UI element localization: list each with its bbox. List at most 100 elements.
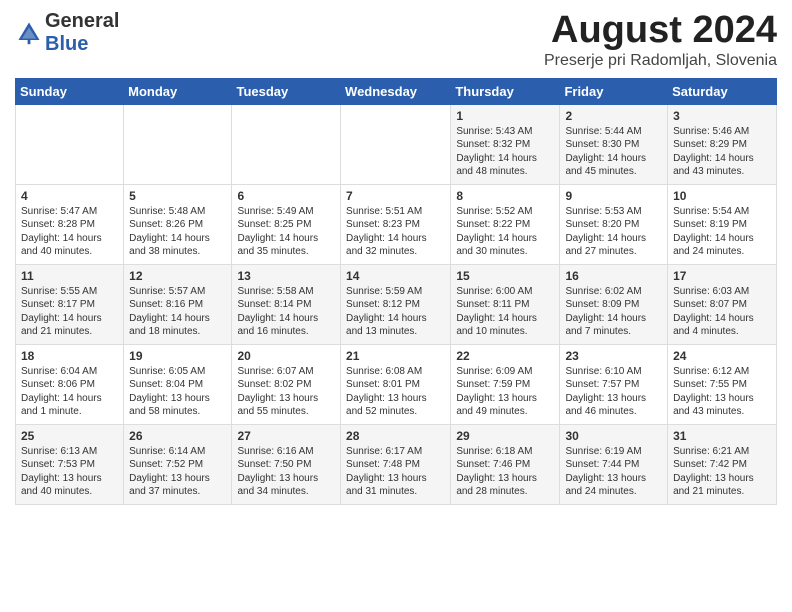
calendar-cell: 26 Sunrise: 6:14 AM Sunset: 7:52 PM Dayli… [124,424,232,504]
calendar-cell: 18Sunrise: 6:04 AM Sunset: 8:06 PM Dayli… [16,344,124,424]
calendar-week-row: 25 Sunrise: 6:13 AM Sunset: 7:53 PM Dayli… [16,424,777,504]
calendar-cell: 23Sunrise: 6:10 AM Sunset: 7:57 PM Dayli… [560,344,668,424]
calendar-cell: 21 Sunrise: 6:08 AM Sunset: 8:01 PM Dayli… [341,344,451,424]
day-number: 21 [346,349,445,363]
cell-info: Sunrise: 6:13 AM Sunset: 7:53 PM Dayligh… [21,445,118,499]
cell-info: Sunrise: 5:48 AM Sunset: 8:26 PM Dayligh… [129,205,226,259]
calendar-cell: 22 Sunrise: 6:09 AM Sunset: 7:59 PM Dayli… [451,344,560,424]
cell-info: Sunrise: 5:59 AM Sunset: 8:12 PM Dayligh… [346,285,445,339]
cell-info: Sunrise: 6:00 AM Sunset: 8:11 PM Dayligh… [456,285,554,339]
calendar-cell [16,104,124,184]
cell-info: Sunrise: 5:46 AM Sunset: 8:29 PM Dayligh… [673,125,771,179]
calendar-week-row: 11Sunrise: 5:55 AM Sunset: 8:17 PM Dayli… [16,264,777,344]
cell-info: Sunrise: 5:53 AM Sunset: 8:20 PM Dayligh… [565,205,662,259]
cell-info: Sunrise: 6:08 AM Sunset: 8:01 PM Dayligh… [346,365,445,419]
cell-info: Sunrise: 5:58 AM Sunset: 8:14 PM Dayligh… [237,285,335,339]
logo-blue-text: Blue [45,33,88,55]
calendar-week-row: 1 Sunrise: 5:43 AM Sunset: 8:32 PM Daylig… [16,104,777,184]
day-number: 8 [456,189,554,203]
calendar-cell: 20 Sunrise: 6:07 AM Sunset: 8:02 PM Dayli… [232,344,341,424]
day-number: 28 [346,429,445,443]
cell-info: Sunrise: 5:51 AM Sunset: 8:23 PM Dayligh… [346,205,445,259]
calendar-cell: 15 Sunrise: 6:00 AM Sunset: 8:11 PM Dayli… [451,264,560,344]
day-of-week-header: Thursday [451,78,560,104]
day-number: 9 [565,189,662,203]
cell-info: Sunrise: 6:09 AM Sunset: 7:59 PM Dayligh… [456,365,554,419]
day-of-week-header: Saturday [668,78,777,104]
cell-info: Sunrise: 5:52 AM Sunset: 8:22 PM Dayligh… [456,205,554,259]
calendar-cell: 9 Sunrise: 5:53 AM Sunset: 8:20 PM Daylig… [560,184,668,264]
day-number: 5 [129,189,226,203]
cell-info: Sunrise: 5:55 AM Sunset: 8:17 PM Dayligh… [21,285,118,339]
day-number: 19 [129,349,226,363]
calendar-cell: 13Sunrise: 5:58 AM Sunset: 8:14 PM Dayli… [232,264,341,344]
cell-info: Sunrise: 5:57 AM Sunset: 8:16 PM Dayligh… [129,285,226,339]
day-number: 22 [456,349,554,363]
day-number: 6 [237,189,335,203]
day-number: 2 [565,109,662,123]
cell-info: Sunrise: 6:19 AM Sunset: 7:44 PM Dayligh… [565,445,662,499]
logo-icon [15,19,43,47]
page-header: General Blue August 2024 Preserje pri Ra… [15,10,777,70]
calendar-cell: 12 Sunrise: 5:57 AM Sunset: 8:16 PM Dayli… [124,264,232,344]
cell-info: Sunrise: 5:49 AM Sunset: 8:25 PM Dayligh… [237,205,335,259]
cell-info: Sunrise: 5:43 AM Sunset: 8:32 PM Dayligh… [456,125,554,179]
day-number: 29 [456,429,554,443]
calendar-cell: 30Sunrise: 6:19 AM Sunset: 7:44 PM Dayli… [560,424,668,504]
calendar-cell: 28 Sunrise: 6:17 AM Sunset: 7:48 PM Dayli… [341,424,451,504]
calendar-cell: 31 Sunrise: 6:21 AM Sunset: 7:42 PM Dayli… [668,424,777,504]
cell-info: Sunrise: 6:04 AM Sunset: 8:06 PM Dayligh… [21,365,118,419]
cell-info: Sunrise: 6:03 AM Sunset: 8:07 PM Dayligh… [673,285,771,339]
cell-info: Sunrise: 6:21 AM Sunset: 7:42 PM Dayligh… [673,445,771,499]
calendar-cell: 1 Sunrise: 5:43 AM Sunset: 8:32 PM Daylig… [451,104,560,184]
day-number: 27 [237,429,335,443]
calendar-cell: 8 Sunrise: 5:52 AM Sunset: 8:22 PM Daylig… [451,184,560,264]
day-of-week-header: Friday [560,78,668,104]
calendar-cell: 24 Sunrise: 6:12 AM Sunset: 7:55 PM Dayli… [668,344,777,424]
calendar-week-row: 18Sunrise: 6:04 AM Sunset: 8:06 PM Dayli… [16,344,777,424]
cell-info: Sunrise: 6:12 AM Sunset: 7:55 PM Dayligh… [673,365,771,419]
cell-info: Sunrise: 5:47 AM Sunset: 8:28 PM Dayligh… [21,205,118,259]
day-number: 17 [673,269,771,283]
day-number: 1 [456,109,554,123]
calendar-cell: 29 Sunrise: 6:18 AM Sunset: 7:46 PM Dayli… [451,424,560,504]
calendar-cell: 14Sunrise: 5:59 AM Sunset: 8:12 PM Dayli… [341,264,451,344]
cell-info: Sunrise: 6:14 AM Sunset: 7:52 PM Dayligh… [129,445,226,499]
day-number: 26 [129,429,226,443]
day-number: 12 [129,269,226,283]
day-number: 31 [673,429,771,443]
calendar-cell: 11Sunrise: 5:55 AM Sunset: 8:17 PM Dayli… [16,264,124,344]
calendar-cell: 16Sunrise: 6:02 AM Sunset: 8:09 PM Dayli… [560,264,668,344]
day-number: 4 [21,189,118,203]
day-number: 15 [456,269,554,283]
calendar-cell: 19 Sunrise: 6:05 AM Sunset: 8:04 PM Dayli… [124,344,232,424]
cell-info: Sunrise: 6:16 AM Sunset: 7:50 PM Dayligh… [237,445,335,499]
day-of-week-header: Monday [124,78,232,104]
day-number: 25 [21,429,118,443]
day-of-week-header: Sunday [16,78,124,104]
day-number: 20 [237,349,335,363]
day-of-week-header: Tuesday [232,78,341,104]
day-number: 7 [346,189,445,203]
logo: General Blue [15,10,119,56]
day-number: 10 [673,189,771,203]
calendar-cell: 4 Sunrise: 5:47 AM Sunset: 8:28 PM Daylig… [16,184,124,264]
day-number: 24 [673,349,771,363]
calendar-header-row: SundayMondayTuesdayWednesdayThursdayFrid… [16,78,777,104]
calendar-cell: 10Sunrise: 5:54 AM Sunset: 8:19 PM Dayli… [668,184,777,264]
calendar-cell [124,104,232,184]
cell-info: Sunrise: 6:17 AM Sunset: 7:48 PM Dayligh… [346,445,445,499]
calendar-cell: 2Sunrise: 5:44 AM Sunset: 8:30 PM Daylig… [560,104,668,184]
title-block: August 2024 Preserje pri Radomljah, Slov… [544,10,777,70]
calendar-cell: 17 Sunrise: 6:03 AM Sunset: 8:07 PM Dayli… [668,264,777,344]
calendar-cell: 3 Sunrise: 5:46 AM Sunset: 8:29 PM Daylig… [668,104,777,184]
calendar-cell: 27 Sunrise: 6:16 AM Sunset: 7:50 PM Dayli… [232,424,341,504]
cell-info: Sunrise: 6:05 AM Sunset: 8:04 PM Dayligh… [129,365,226,419]
day-number: 3 [673,109,771,123]
logo-general-text: General [45,10,119,32]
cell-info: Sunrise: 6:18 AM Sunset: 7:46 PM Dayligh… [456,445,554,499]
calendar-cell: 5 Sunrise: 5:48 AM Sunset: 8:26 PM Daylig… [124,184,232,264]
calendar-cell [341,104,451,184]
cell-info: Sunrise: 6:07 AM Sunset: 8:02 PM Dayligh… [237,365,335,419]
calendar-cell: 25 Sunrise: 6:13 AM Sunset: 7:53 PM Dayli… [16,424,124,504]
